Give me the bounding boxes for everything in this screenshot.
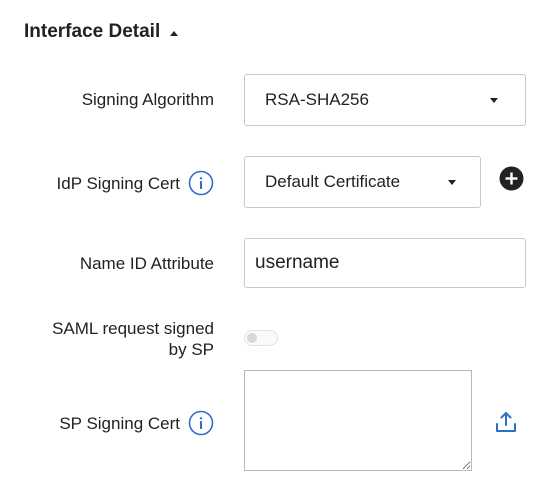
signing-algorithm-value: RSA-SHA256: [265, 90, 369, 109]
sp-signing-cert-textarea[interactable]: [244, 370, 472, 471]
signing-algorithm-select[interactable]: RSA-SHA256: [244, 74, 526, 126]
idp-signing-cert-value: Default Certificate: [265, 172, 401, 191]
saml-request-signed-label-line1: SAML request signed: [52, 319, 214, 338]
saml-request-signed-toggle[interactable]: [244, 330, 278, 346]
upload-icon[interactable]: [494, 410, 518, 434]
info-icon[interactable]: [188, 410, 214, 436]
idp-signing-cert-select[interactable]: Default Certificate: [244, 156, 481, 208]
saml-request-signed-label-line2: by SP: [168, 340, 214, 359]
add-certificate-button[interactable]: [499, 166, 524, 191]
chevron-down-icon: [490, 97, 498, 103]
chevron-down-icon: [448, 179, 456, 185]
idp-signing-cert-label: IdP Signing Cert: [56, 173, 180, 193]
saml-request-signed-label: SAML request signed by SP: [52, 318, 214, 360]
name-id-attribute-label: Name ID Attribute: [79, 254, 214, 273]
sp-signing-cert-label-row: SP Signing Cert: [59, 410, 214, 436]
caret-up-icon: [170, 30, 179, 36]
signing-algorithm-label: Signing Algorithm: [81, 90, 214, 109]
toggle-knob: [247, 333, 257, 343]
sp-signing-cert-label: SP Signing Cert: [59, 413, 180, 433]
info-icon[interactable]: [188, 170, 214, 196]
name-id-attribute-input[interactable]: [244, 238, 526, 288]
section-title: Interface Detail: [24, 21, 161, 42]
idp-signing-cert-label-row: IdP Signing Cert: [57, 170, 214, 196]
section-header[interactable]: Interface Detail: [24, 18, 179, 46]
